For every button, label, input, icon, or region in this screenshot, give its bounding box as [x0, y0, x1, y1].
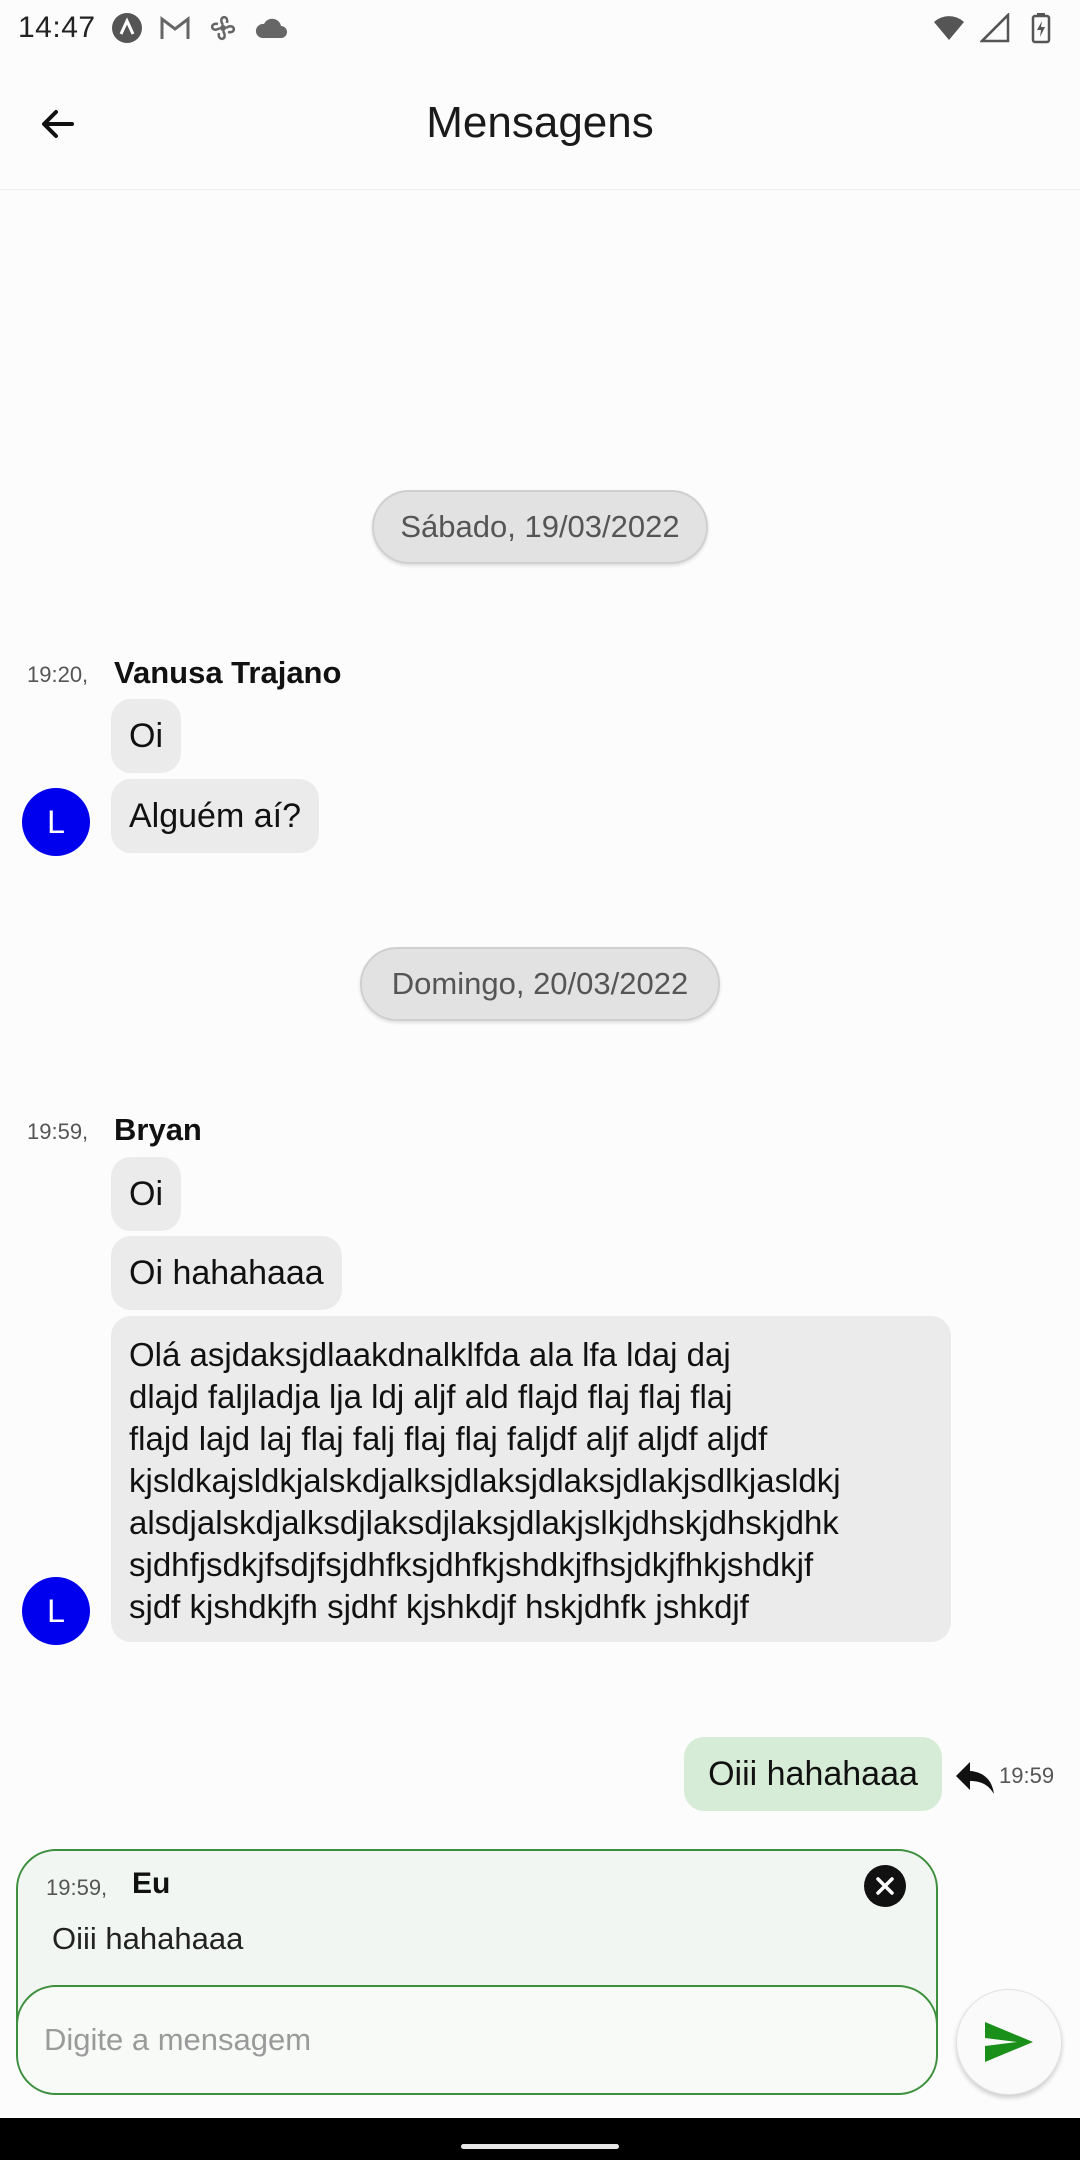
message-time: 19:59, — [27, 1119, 89, 1144]
message-time: 19:20, — [27, 662, 89, 687]
avatar[interactable]: L — [22, 1577, 90, 1645]
cloud-icon — [254, 11, 288, 45]
message-bubble[interactable]: Oi — [111, 1157, 181, 1231]
send-button[interactable] — [956, 1989, 1062, 2095]
status-time: 14:47 — [18, 11, 96, 44]
status-right — [932, 11, 1058, 45]
message-bubble-long[interactable]: Olá asjdaksjdlaakdnalklfda ala lfa ldaj … — [111, 1316, 951, 1642]
my-message-time: 19:59 — [999, 1763, 1055, 1788]
avatar[interactable]: L — [22, 788, 90, 856]
date-separator: Domingo, 20/03/2022 — [360, 947, 720, 1021]
sender-name: Bryan — [114, 1112, 202, 1147]
wifi-icon — [932, 11, 966, 45]
page-title: Mensagens — [426, 98, 654, 147]
status-left: 14:47 — [18, 11, 288, 45]
my-message-bubble[interactable]: Oiii hahahaaa — [684, 1737, 942, 1811]
close-reply-button[interactable] — [864, 1865, 906, 1907]
gmail-icon — [158, 11, 192, 45]
app-circle-icon — [110, 11, 144, 45]
composer: 19:59, Eu Oiii hahahaaa — [16, 1849, 938, 2095]
battery-charging-icon — [1024, 11, 1058, 45]
app-bar: Mensagens — [0, 56, 1080, 190]
reply-icon[interactable] — [952, 1756, 996, 1800]
status-bar: 14:47 — [0, 0, 1080, 56]
date-separator: Sábado, 19/03/2022 — [372, 490, 708, 564]
reply-preview-text: Oiii hahahaaa — [52, 1921, 244, 1956]
signal-icon — [978, 11, 1012, 45]
close-icon — [876, 1877, 894, 1895]
navigation-bar — [0, 2118, 1080, 2160]
message-bubble[interactable]: Alguém aí? — [111, 779, 319, 853]
message-bubble[interactable]: Oi — [111, 699, 181, 773]
sender-name: Vanusa Trajano — [114, 655, 342, 690]
fan-icon — [206, 11, 240, 45]
send-icon — [985, 2022, 1033, 2062]
home-handle[interactable] — [461, 2144, 619, 2149]
reply-preview-sender: Eu — [132, 1867, 171, 1900]
message-input[interactable] — [18, 1985, 936, 2093]
reply-preview-time: 19:59, — [46, 1875, 108, 1900]
message-bubble[interactable]: Oi hahahaaa — [111, 1236, 342, 1310]
